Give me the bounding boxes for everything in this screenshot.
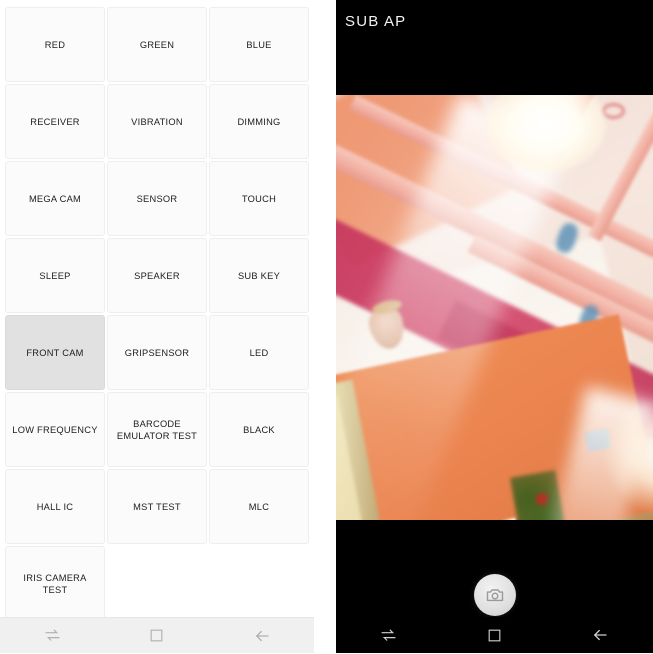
test-button-mst-test[interactable]: MST TEST [107, 469, 207, 544]
test-button-label: LOW FREQUENCY [12, 424, 98, 435]
camera-icon [485, 585, 505, 605]
test-button-blue[interactable]: BLUE [209, 7, 309, 82]
camera-preview-image [336, 95, 653, 520]
screenshot-root: RED GREEN BLUE RECEIVER VIBRATION DIMMING MEGA… [0, 0, 653, 653]
test-button-label: FRONT CAM [26, 347, 84, 358]
test-button-label: MST TEST [133, 501, 181, 512]
camera-controls [336, 520, 653, 617]
test-button-sub-key[interactable]: SUB KEY [209, 238, 309, 313]
shutter-button[interactable] [473, 574, 516, 616]
recents-icon [380, 627, 397, 644]
right-navigation-bar [336, 617, 653, 653]
test-button-label: IRIS CAMERA TEST [23, 572, 87, 595]
test-button-green[interactable]: GREEN [107, 7, 207, 82]
test-button-grid: RED GREEN BLUE RECEIVER VIBRATION DIMMING MEGA… [0, 0, 314, 617]
test-button-label: DIMMING [237, 116, 281, 127]
test-button-label: GREEN [139, 39, 175, 50]
test-button-gripsensor[interactable]: GRIPSENSOR [107, 315, 207, 390]
test-button-touch[interactable]: TOUCH [209, 161, 309, 236]
test-button-mega-cam[interactable]: MEGA CAM [5, 161, 105, 236]
test-button-black[interactable]: BLACK [209, 392, 309, 467]
grid-empty-cell [107, 546, 207, 617]
test-button-label: RECEIVER [30, 116, 80, 127]
test-button-mlc[interactable]: MLC [209, 469, 309, 544]
test-button-label: RED [44, 39, 66, 50]
left-navigation-bar [0, 617, 314, 653]
grid-empty-cell [209, 546, 309, 617]
back-button[interactable] [570, 617, 630, 653]
test-menu-scroll-area[interactable]: RED GREEN BLUE RECEIVER VIBRATION DIMMING MEGA… [0, 0, 314, 617]
recents-button[interactable] [22, 618, 82, 654]
test-button-label: TOUCH [241, 193, 277, 204]
test-button-led[interactable]: LED [209, 315, 309, 390]
test-button-label: VIBRATION [131, 116, 183, 127]
test-button-label: MEGA CAM [28, 193, 82, 204]
test-button-sleep[interactable]: SLEEP [5, 238, 105, 313]
test-button-iris-camera-test[interactable]: IRIS CAMERA TEST [5, 546, 105, 617]
back-icon [591, 626, 609, 644]
camera-preview[interactable] [336, 95, 653, 520]
test-button-dimming[interactable]: DIMMING [209, 84, 309, 159]
test-button-barcode-emulator-test[interactable]: BARCODE EMULATOR TEST [107, 392, 207, 467]
test-button-label: BARCODE EMULATOR TEST [116, 418, 198, 441]
home-button[interactable] [464, 617, 524, 653]
test-button-label: LED [249, 347, 269, 358]
home-button[interactable] [127, 618, 187, 654]
test-button-receiver[interactable]: RECEIVER [5, 84, 105, 159]
recents-button[interactable] [359, 617, 419, 653]
test-button-front-cam[interactable]: FRONT CAM [5, 315, 105, 390]
back-button[interactable] [232, 618, 292, 654]
test-button-vibration[interactable]: VIBRATION [107, 84, 207, 159]
test-button-label: GRIPSENSOR [124, 347, 190, 358]
camera-title: SUB AP [345, 13, 407, 30]
hardware-test-menu-panel: RED GREEN BLUE RECEIVER VIBRATION DIMMING MEGA… [0, 0, 314, 653]
recents-icon [44, 627, 61, 644]
test-button-label: BLUE [246, 39, 272, 50]
test-button-label: SLEEP [39, 270, 71, 281]
front-camera-test-panel: SUB AP [336, 0, 653, 653]
test-button-label: SENSOR [136, 193, 178, 204]
test-button-label: SUB KEY [237, 270, 281, 281]
camera-topbar: SUB AP [336, 0, 653, 95]
test-button-label: MLC [248, 501, 270, 512]
back-icon [253, 627, 271, 645]
test-button-label: SPEAKER [134, 270, 180, 281]
test-button-label: BLACK [243, 424, 275, 435]
test-button-low-frequency[interactable]: LOW FREQUENCY [5, 392, 105, 467]
home-icon [149, 628, 164, 643]
test-button-label: HALL IC [36, 501, 74, 512]
home-icon [487, 628, 502, 643]
test-button-hall-ic[interactable]: HALL IC [5, 469, 105, 544]
test-button-red[interactable]: RED [5, 7, 105, 82]
test-button-speaker[interactable]: SPEAKER [107, 238, 207, 313]
test-button-sensor[interactable]: SENSOR [107, 161, 207, 236]
